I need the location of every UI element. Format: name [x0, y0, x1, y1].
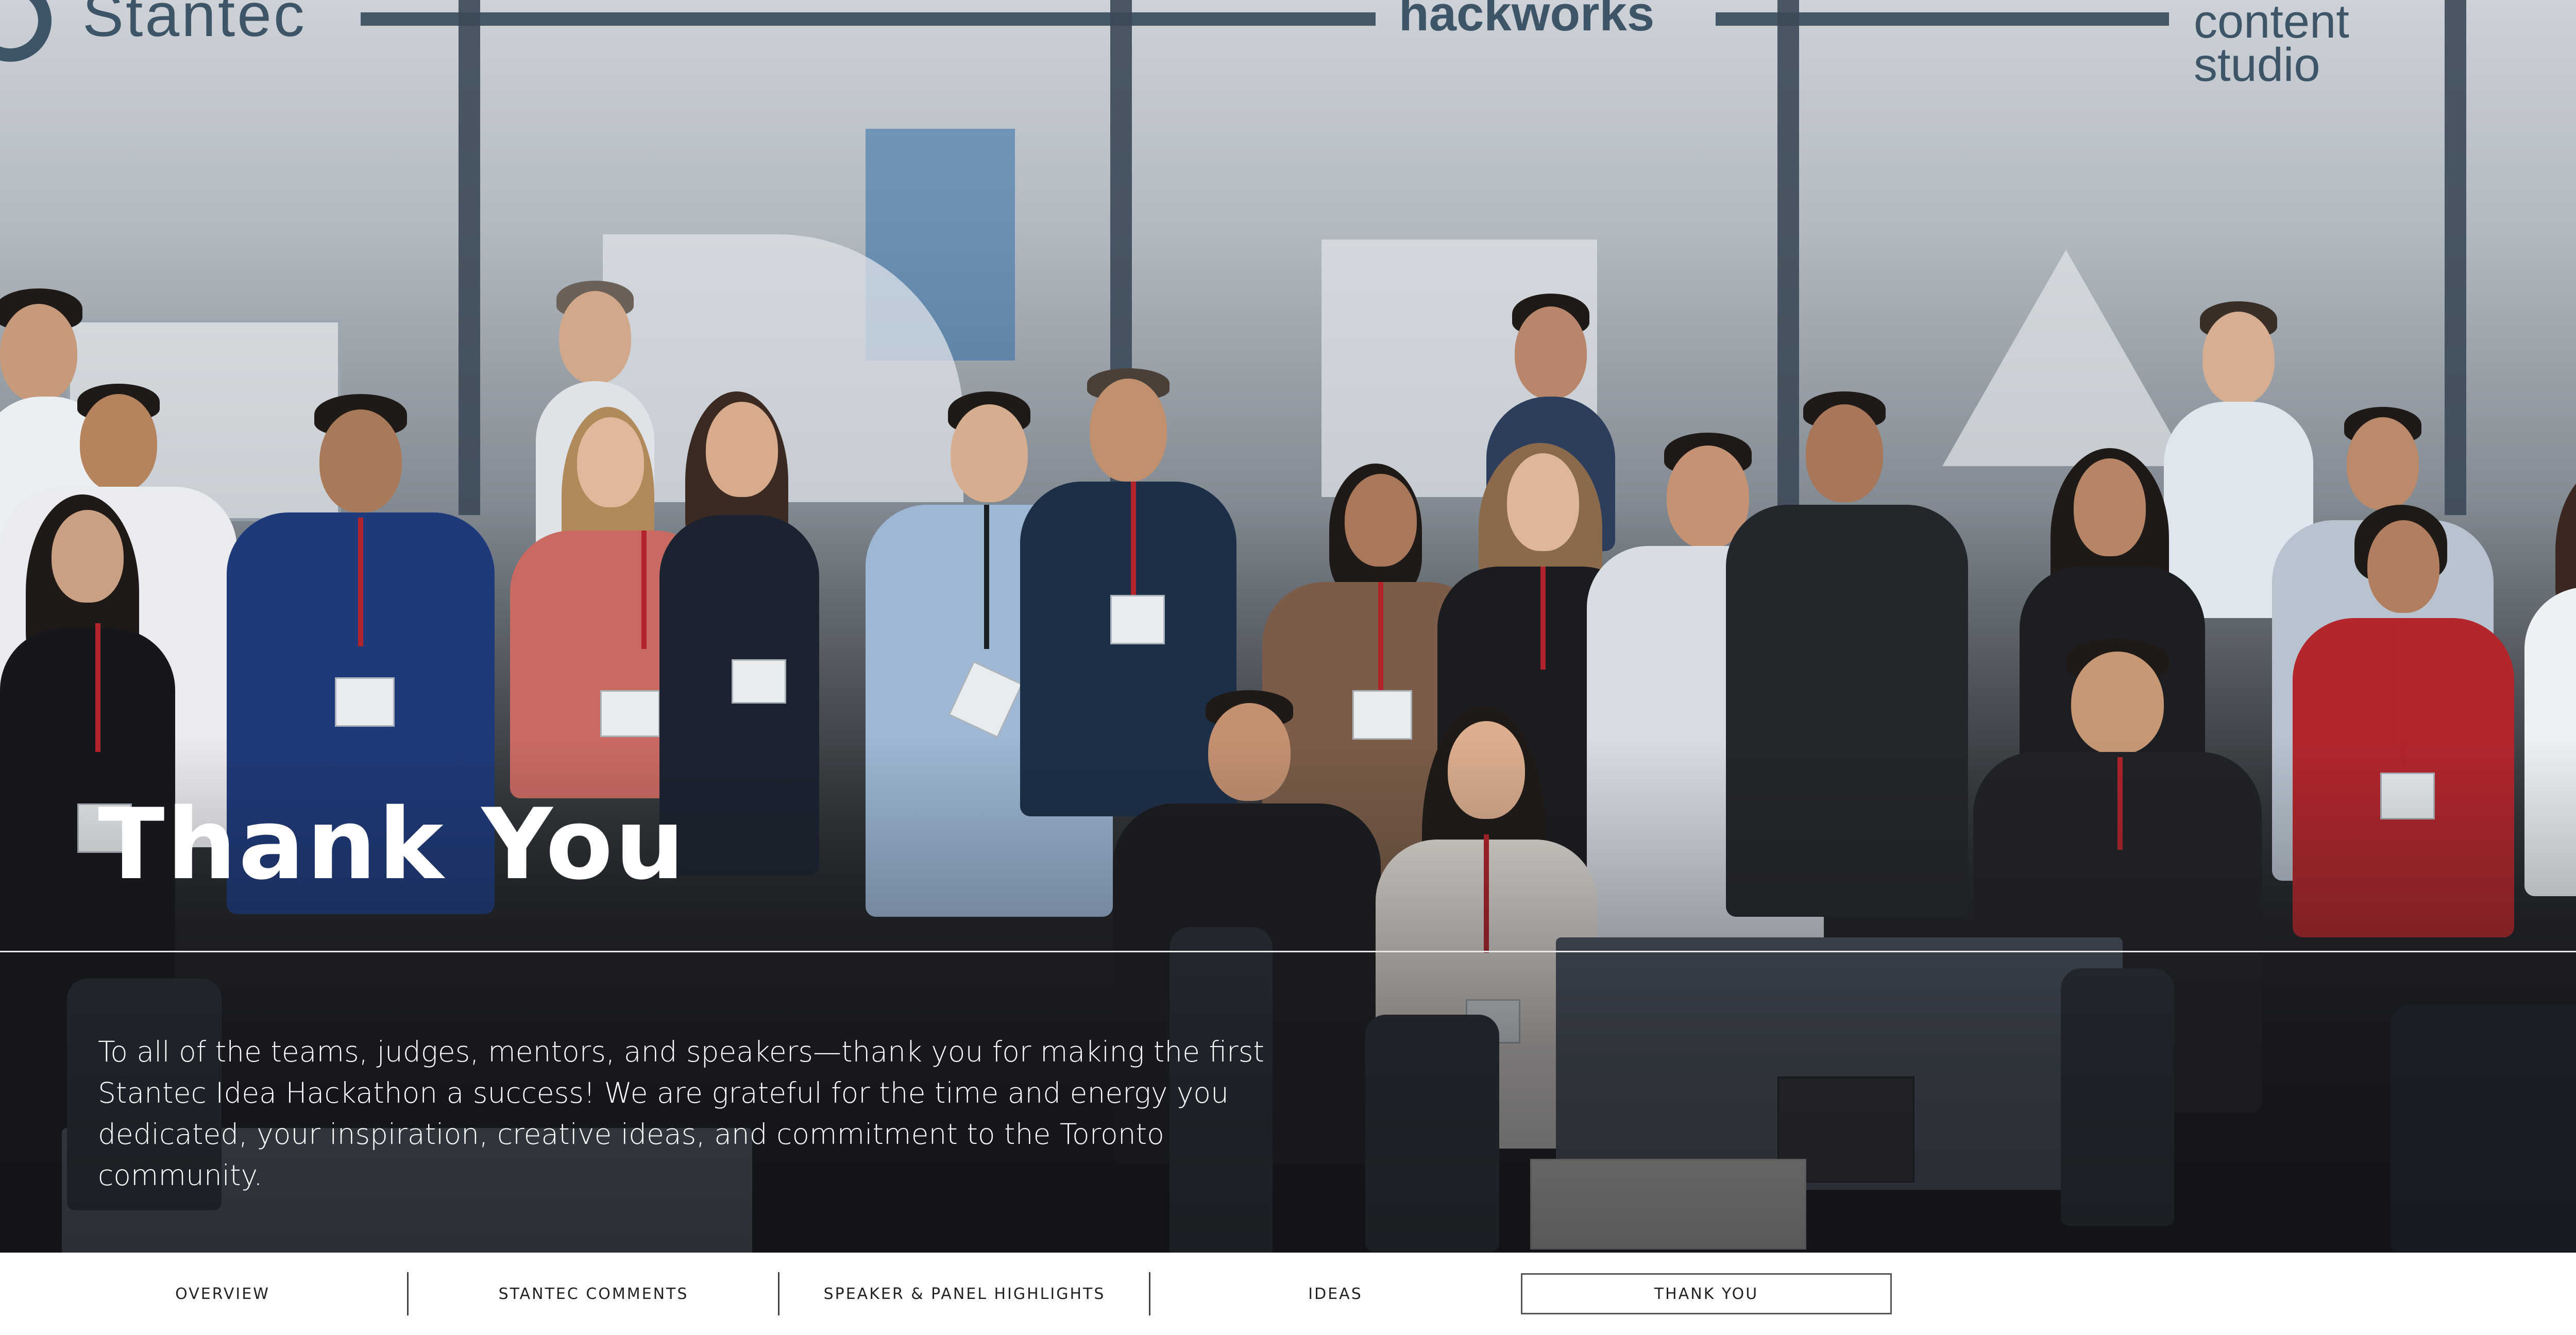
stantec-logo: Stantec — [82, 0, 307, 49]
hero-photo: Stantec hackworks content studio Thank Y… — [0, 0, 2576, 1253]
nav-thank-you[interactable]: THANK YOU — [1521, 1273, 1892, 1314]
window-beam — [361, 12, 1376, 26]
content-studio-logo-line2: studio — [2194, 39, 2320, 91]
window-mullion — [1777, 0, 1799, 515]
bottom-navigation: OVERVIEW STANTEC COMMENTS SPEAKER & PANE… — [0, 1253, 2576, 1335]
page-title: Thank You — [98, 788, 687, 901]
window-mullion — [2445, 0, 2466, 515]
nav-speaker-panel-highlights[interactable]: SPEAKER & PANEL HIGHLIGHTS — [779, 1273, 1150, 1314]
hackworks-logo: hackworks — [1399, 0, 1655, 41]
letter-a-sculpture — [1942, 250, 2190, 466]
nav-ideas[interactable]: IDEAS — [1150, 1273, 1521, 1314]
thank-you-message: To all of the teams, judges, mentors, an… — [98, 1035, 1264, 1192]
nav-overview[interactable]: OVERVIEW — [37, 1273, 408, 1314]
nav-stantec-comments[interactable]: STANTEC COMMENTS — [408, 1273, 779, 1314]
content-studio-logo-line1: content — [2194, 0, 2349, 48]
divider — [0, 951, 2576, 952]
content-studio-logo: content studio — [2194, 0, 2349, 91]
window-mullion — [459, 0, 480, 515]
stantec-logo-icon — [0, 0, 52, 62]
